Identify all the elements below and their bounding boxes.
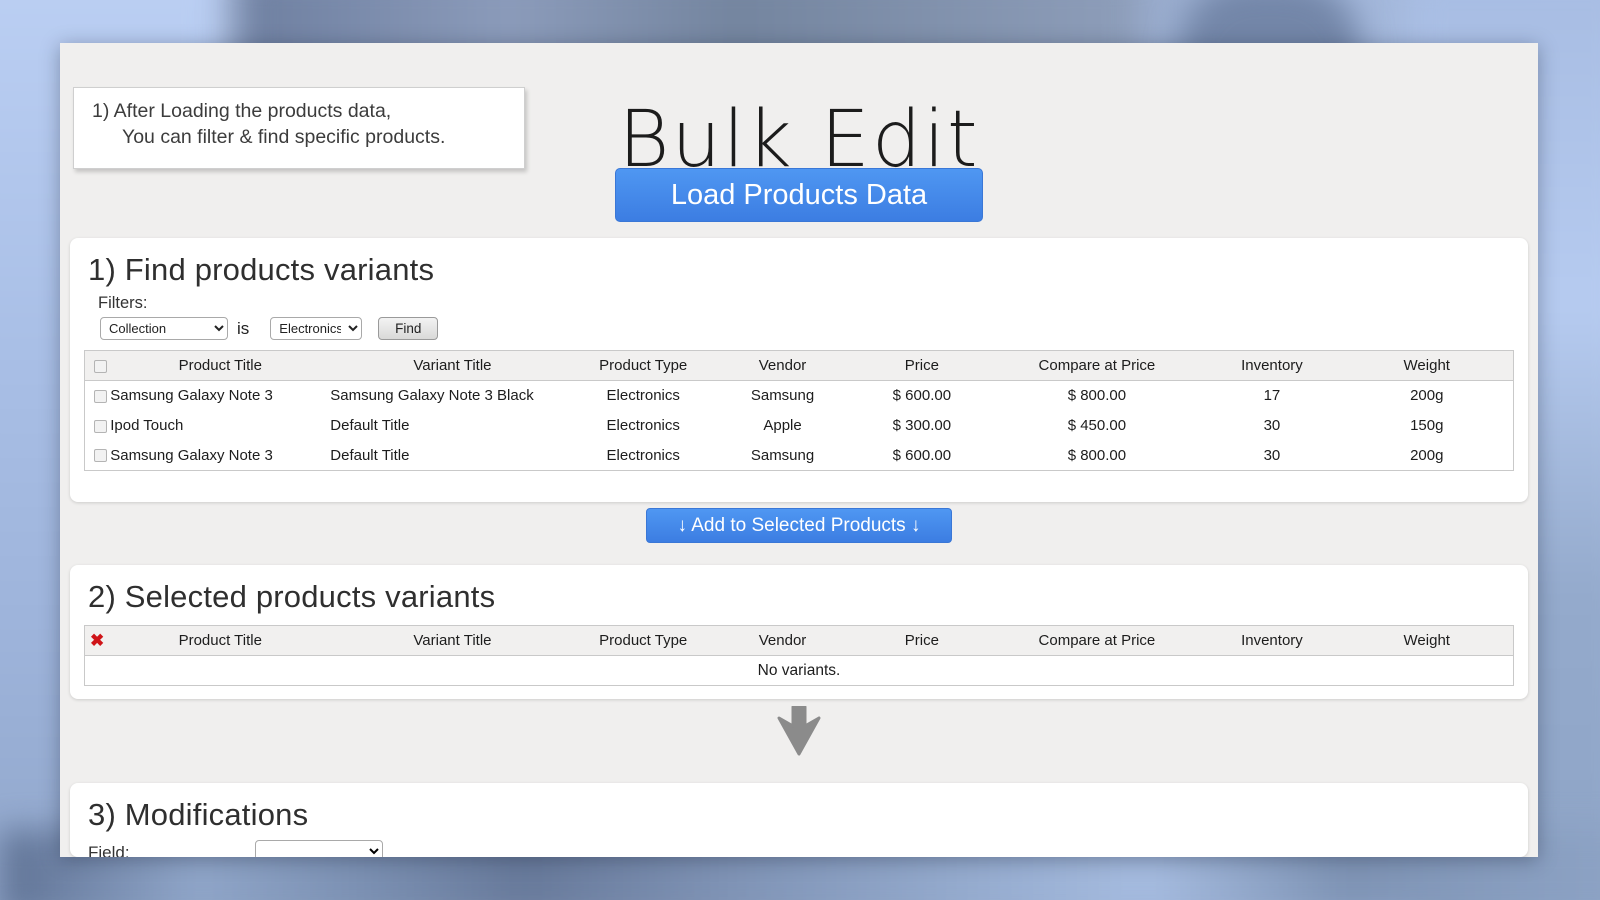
app-panel: 1) After Loading the products data, You … [60,43,1538,857]
select-all-checkbox[interactable] [94,360,107,373]
filter-row: Collection is Electronics Find [70,317,1528,340]
cell-product-type: Electronics [575,381,712,411]
col-compare-at-price: Compare at Price [990,626,1203,656]
cell-variant-title: Default Title [330,441,574,471]
col-inventory: Inventory [1203,626,1340,656]
modification-field-select[interactable] [255,840,383,857]
col-price: Price [853,626,990,656]
empty-variants-row: No variants. [85,656,1514,686]
cell-vendor: Samsung [712,441,853,471]
cell-product-title: Samsung Galaxy Note 3 [110,441,330,471]
cell-variant-title: Samsung Galaxy Note 3 Black [330,381,574,411]
filters-label: Filters: [70,288,1528,315]
cell-compare-at-price: $ 450.00 [990,411,1203,441]
col-product-type: Product Type [575,351,712,381]
cell-compare-at-price: $ 800.00 [990,441,1203,471]
col-price: Price [853,351,990,381]
find-products-section: 1) Find products variants Filters: Colle… [70,238,1528,502]
cell-product-type: Electronics [575,411,712,441]
cell-variant-title: Default Title [330,411,574,441]
row-checkbox[interactable] [94,420,107,433]
col-product-type: Product Type [575,626,712,656]
add-to-selected-products-button[interactable]: ↓ Add to Selected Products ↓ [646,508,952,543]
cell-product-type: Electronics [575,441,712,471]
cell-inventory: 30 [1203,411,1340,441]
modifications-heading: 3) Modifications [70,783,1528,833]
cell-price: $ 300.00 [853,411,990,441]
cell-vendor: Samsung [712,381,853,411]
col-vendor: Vendor [712,626,853,656]
selected-section-heading: 2) Selected products variants [70,565,1528,615]
col-inventory: Inventory [1203,351,1340,381]
col-weight: Weight [1341,351,1514,381]
cell-vendor: Apple [712,411,853,441]
cell-compare-at-price: $ 800.00 [990,381,1203,411]
cell-weight: 200g [1341,441,1514,471]
row-checkbox[interactable] [94,390,107,403]
table-row: Samsung Galaxy Note 3 Default Title Elec… [85,441,1514,471]
cell-inventory: 30 [1203,441,1340,471]
filter-field-select[interactable]: Collection [100,317,228,340]
selected-products-section: 2) Selected products variants ✖ Product … [70,565,1528,699]
find-table-header-row: Product Title Variant Title Product Type… [85,351,1514,381]
col-variant-title: Variant Title [330,626,574,656]
no-variants-text: No variants. [85,656,1514,686]
down-arrow-icon [774,706,824,756]
find-section-heading: 1) Find products variants [70,238,1528,288]
cell-product-title: Samsung Galaxy Note 3 [110,381,330,411]
col-product-title: Product Title [110,626,330,656]
filter-connector-label: is [237,319,249,339]
row-checkbox[interactable] [94,449,107,462]
col-vendor: Vendor [712,351,853,381]
modifications-section: 3) Modifications Field: [70,783,1528,857]
cell-inventory: 17 [1203,381,1340,411]
field-label: Field: [88,843,130,857]
col-product-title: Product Title [110,351,330,381]
col-weight: Weight [1341,626,1514,656]
selected-table-header-row: ✖ Product Title Variant Title Product Ty… [85,626,1514,656]
table-row: Samsung Galaxy Note 3 Samsung Galaxy Not… [85,381,1514,411]
find-button[interactable]: Find [378,317,438,340]
cell-weight: 200g [1341,381,1514,411]
cell-price: $ 600.00 [853,441,990,471]
col-variant-title: Variant Title [330,351,574,381]
find-results-table: Product Title Variant Title Product Type… [84,350,1514,471]
cell-weight: 150g [1341,411,1514,441]
selected-products-table: ✖ Product Title Variant Title Product Ty… [84,625,1514,686]
cell-price: $ 600.00 [853,381,990,411]
filter-value-select[interactable]: Electronics [270,317,362,340]
col-compare-at-price: Compare at Price [990,351,1203,381]
cell-product-title: Ipod Touch [110,411,330,441]
table-row: Ipod Touch Default Title Electronics App… [85,411,1514,441]
load-products-data-button[interactable]: Load Products Data [615,168,983,222]
remove-all-icon[interactable]: ✖ [85,631,104,650]
